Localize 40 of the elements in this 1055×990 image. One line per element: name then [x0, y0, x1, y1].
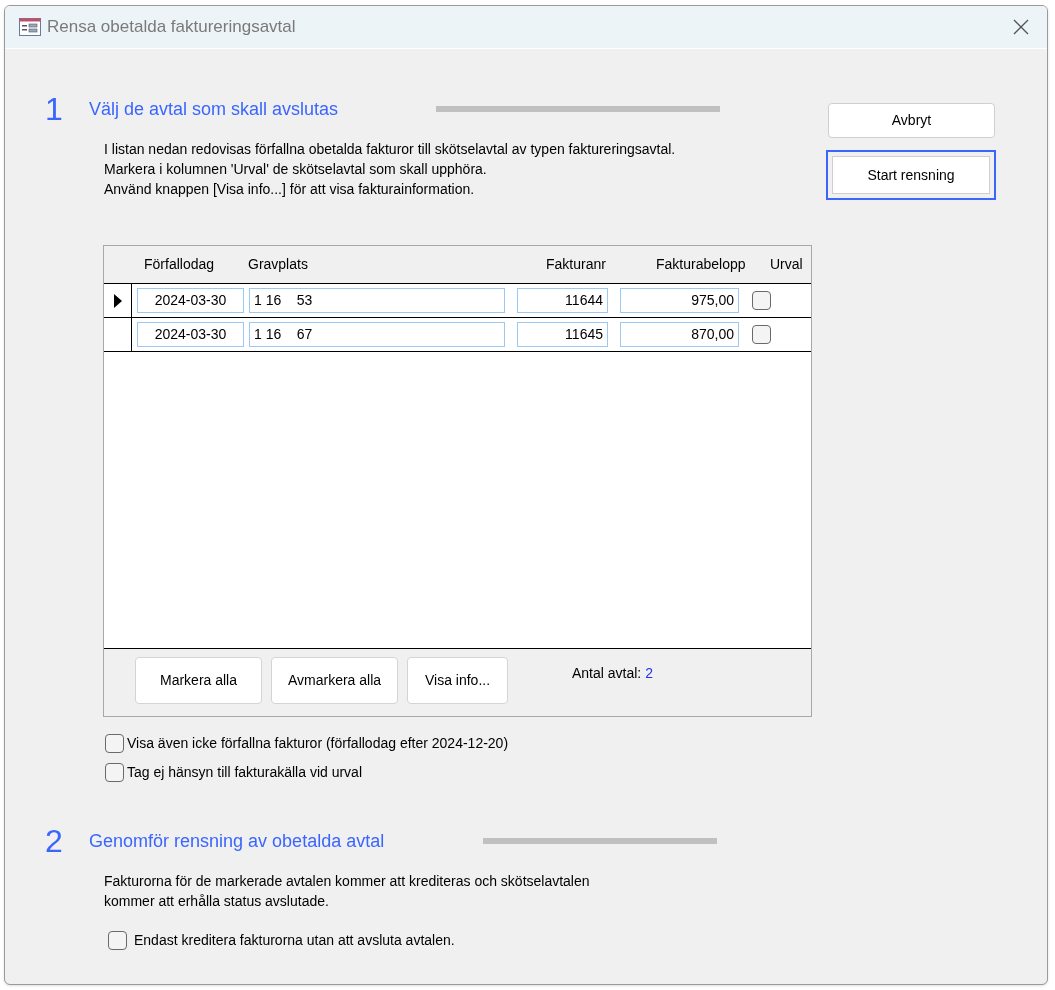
- dialog-button[interactable]: Start rensning: [826, 150, 996, 200]
- section-number: 2: [45, 825, 64, 857]
- section-title: Välj de avtal som skall avslutas: [89, 97, 340, 121]
- checkbox-label: Tag ej hänsyn till fakturakälla vid urval: [127, 763, 362, 782]
- date-field[interactable]: 2024-03-30: [137, 288, 244, 313]
- checkbox-label: Endast kreditera fakturorna utan att avsluta avtalen.: [134, 931, 455, 950]
- window-title: Rensa obetalda faktureringsavtal: [47, 16, 296, 39]
- action-button[interactable]: Markera alla: [135, 657, 262, 704]
- count-label: Antal avtal:: [572, 664, 642, 683]
- close-icon[interactable]: [1013, 19, 1029, 35]
- number-field[interactable]: 11644: [517, 288, 608, 313]
- checkbox-label: Visa även icke förfallna fakturor (förfallodag efter 2024-12-20): [127, 734, 509, 753]
- checkbox[interactable]: [752, 325, 771, 344]
- number-field[interactable]: 11645: [517, 322, 608, 347]
- description-text: kommer att erhålla status avslutade.: [104, 892, 330, 911]
- text-field[interactable]: 1 16 67: [249, 322, 505, 347]
- column-header: Fakturabelopp: [656, 256, 746, 272]
- text-field[interactable]: 1 16 53: [249, 288, 505, 313]
- checkbox[interactable]: [108, 931, 127, 950]
- column-header: Fakturanr: [546, 256, 606, 272]
- date-field[interactable]: 2024-03-30: [137, 322, 244, 347]
- action-button[interactable]: Avmarkera alla: [271, 657, 398, 704]
- action-button[interactable]: Visa info...: [407, 657, 508, 704]
- count-value: 2: [645, 664, 654, 683]
- checkbox[interactable]: [105, 763, 124, 782]
- section-title: Genomför rensning av obetalda avtal: [89, 829, 386, 853]
- column-header: Förfallodag: [144, 256, 215, 272]
- description-text: Använd knappen [Visa info...] för att visa fakturainformation.: [104, 180, 476, 199]
- form-icon: [19, 18, 41, 36]
- dialog-button[interactable]: Avbryt: [828, 103, 995, 138]
- checkbox[interactable]: [752, 291, 771, 310]
- checkbox[interactable]: [105, 734, 124, 753]
- column-header: Urval: [770, 256, 803, 272]
- description-text: Markera i kolumnen 'Urval' de skötselavtal som skall upphöra.: [104, 160, 488, 179]
- section-number: 1: [45, 93, 64, 125]
- description-text: Fakturorna för de markerade avtalen kommer att krediteras och skötselavtalen: [104, 872, 591, 891]
- amount-field[interactable]: 870,00: [620, 322, 739, 347]
- amount-field[interactable]: 975,00: [620, 288, 739, 313]
- column-header: Gravplats: [248, 256, 308, 272]
- description-text: I listan nedan redovisas förfallna obetalda fakturor till skötselavtal av typen faktureringsavtal.: [104, 140, 677, 159]
